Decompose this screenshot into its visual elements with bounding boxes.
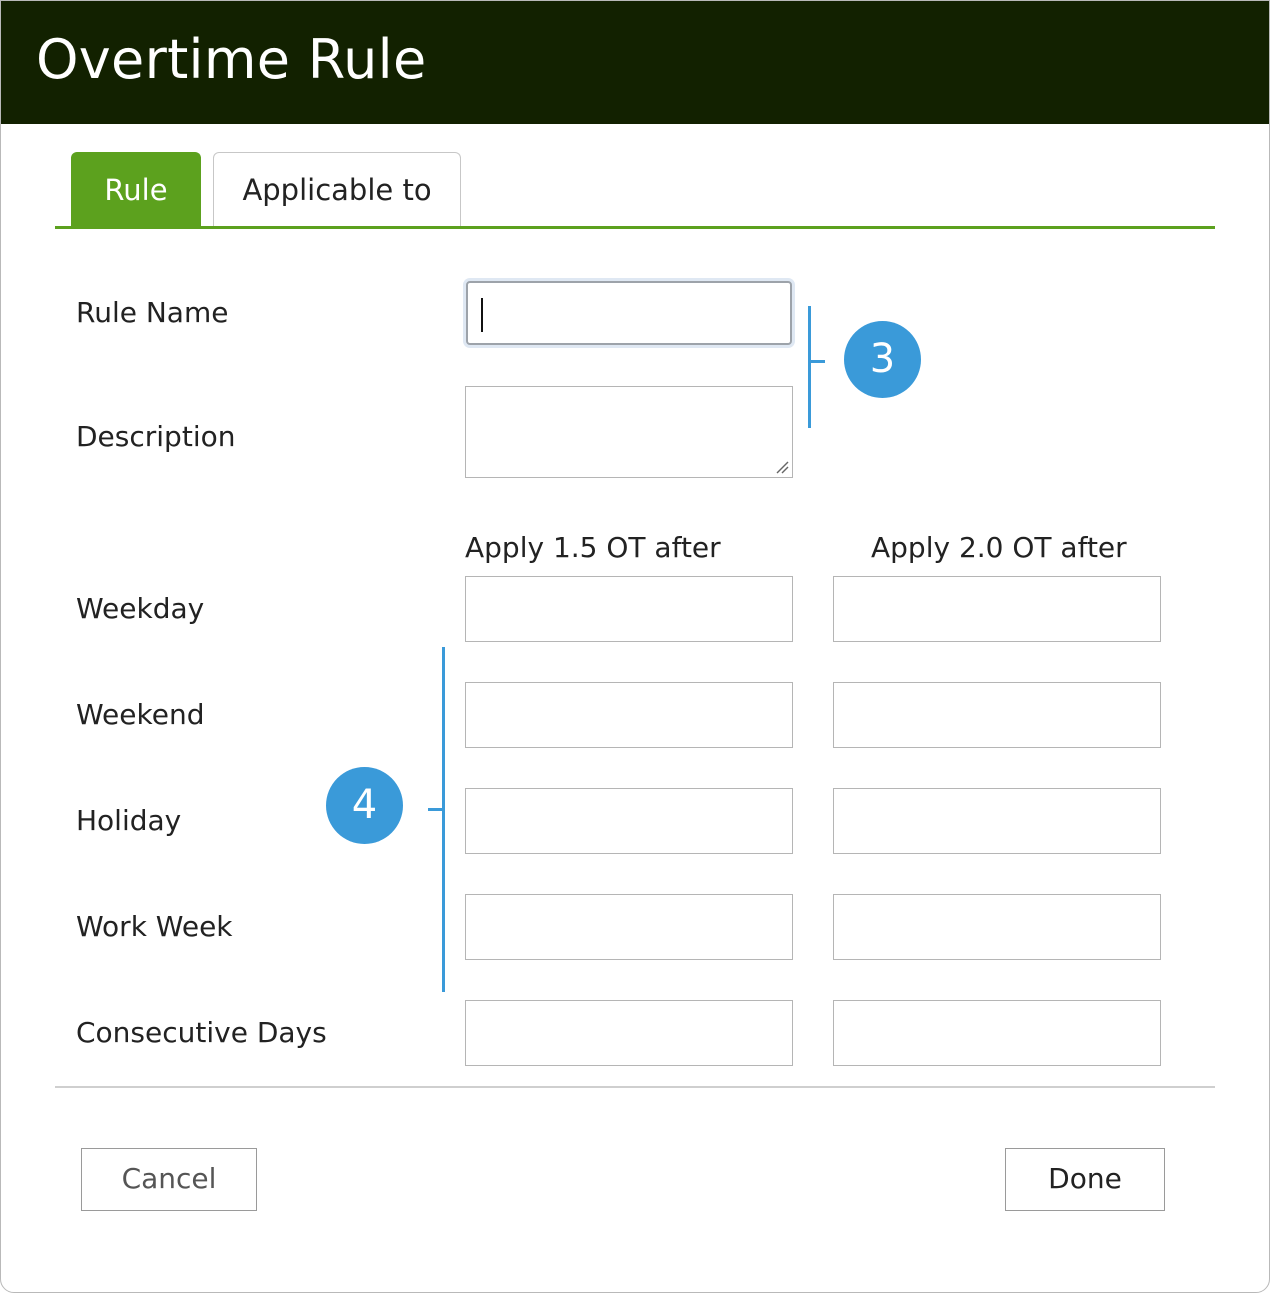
callout-badge-3: 3 [844,321,921,398]
callout-4-bracket [442,647,445,992]
weekday-ot15-input[interactable] [465,576,793,642]
callout-4-connector [428,808,442,811]
col-header-1-5-ot: Apply 1.5 OT after [465,531,721,564]
description-label: Description [76,420,236,453]
footer-divider [55,1086,1215,1088]
row-label-consecutive-days: Consecutive Days [76,1016,327,1049]
consecutive-days-ot15-input[interactable] [465,1000,793,1066]
text-caret [481,298,483,332]
row-label-work-week: Work Week [76,910,233,943]
weekday-ot20-input[interactable] [833,576,1161,642]
callout-badge-4: 4 [326,767,403,844]
holiday-ot15-input[interactable] [465,788,793,854]
description-textarea[interactable] [465,386,793,478]
holiday-ot20-input[interactable] [833,788,1161,854]
work-week-ot20-input[interactable] [833,894,1161,960]
weekend-ot20-input[interactable] [833,682,1161,748]
work-week-ot15-input[interactable] [465,894,793,960]
row-label-holiday: Holiday [76,804,182,837]
consecutive-days-ot20-input[interactable] [833,1000,1161,1066]
done-button[interactable]: Done [1005,1148,1165,1211]
callout-3-connector [811,360,825,363]
row-label-weekday: Weekday [76,592,205,625]
dialog-title: Overtime Rule [36,28,427,91]
col-header-2-0-ot: Apply 2.0 OT after [871,531,1127,564]
dialog-title-bar: Overtime Rule [1,1,1269,124]
weekend-ot15-input[interactable] [465,682,793,748]
row-label-weekend: Weekend [76,698,205,731]
tab-rule[interactable]: Rule [71,152,201,226]
callout-3-bracket [808,306,811,428]
rule-name-label: Rule Name [76,296,229,329]
rule-name-input[interactable] [466,281,792,345]
tab-applicable-to[interactable]: Applicable to [213,152,461,226]
resize-handle-icon[interactable] [775,460,789,474]
tab-underline [55,226,1215,229]
cancel-button[interactable]: Cancel [81,1148,257,1211]
overtime-rule-dialog: Overtime Rule Rule Applicable to Rule Na… [0,0,1270,1293]
